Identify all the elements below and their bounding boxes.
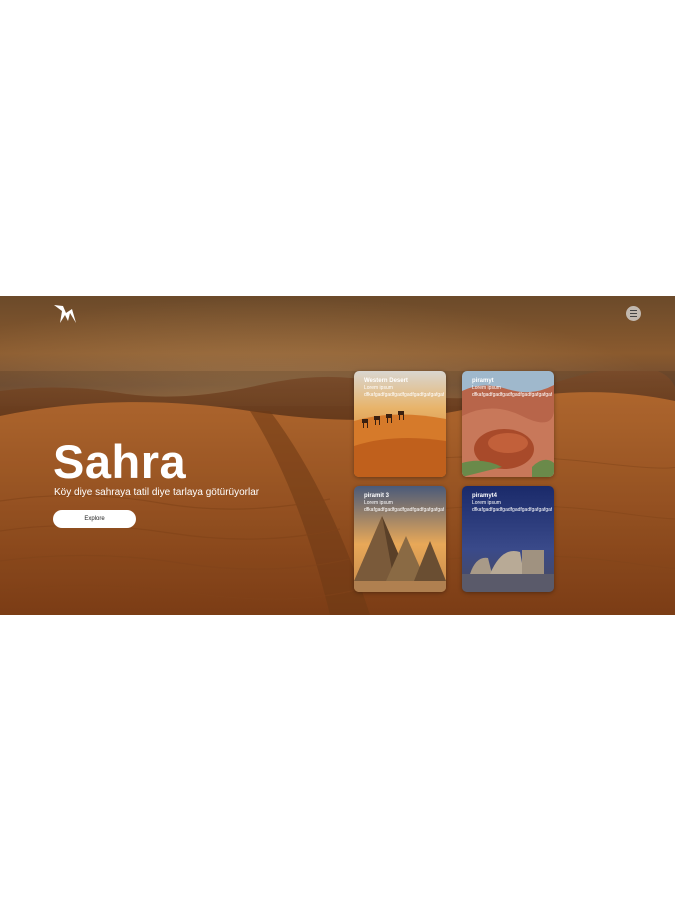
card-subtitle: Lorem ipsum [472, 385, 501, 391]
card-text: piramyt Lorem ipsum dfkafgadfgadfgadfgad… [472, 377, 552, 399]
card-title: Western Desert [364, 378, 408, 384]
card-piramit-3[interactable]: piramit 3 Lorem ipsum dfkafgadfgadfgadfg… [354, 486, 446, 592]
card-text: Western Desert Lorem ipsum dfkafgadfgadf… [364, 377, 444, 399]
card-text: piramit 3 Lorem ipsum dfkafgadfgadfgadfg… [364, 492, 444, 514]
card-title: piramit 3 [364, 493, 390, 499]
card-subtitle: Lorem ipsum [364, 385, 393, 391]
page-subtitle: Köy diye sahraya tatil diye tarlaya götü… [54, 487, 260, 498]
card-subtitle: Lorem ipsum [472, 500, 501, 506]
menu-button[interactable] [626, 306, 641, 321]
card-subtitle: Lorem ipsum [364, 500, 393, 506]
card-description: dfkafgadfgadfgadfgadfgadfgafgafgafg [364, 507, 444, 513]
card-description: dfkafgadfgadfgadfgadfgadfgafgafgafg [364, 392, 444, 398]
card-description: dfkafgadfgadfgadfgadfgadfgafgafgafg [472, 507, 552, 513]
card-text: piramyt4 Lorem ipsum dfkafgadfgadfgadfga… [472, 492, 552, 514]
explore-button[interactable]: Explore [53, 510, 136, 528]
card-western-desert[interactable]: Western Desert Lorem ipsum dfkafgadfgadf… [354, 371, 446, 477]
card-description: dfkafgadfgadfgadfgadfgadfgafgafgafg [472, 392, 552, 398]
menu-icon [630, 309, 637, 318]
page-title: Sahra [53, 435, 187, 488]
card-title: piramyt [472, 378, 494, 384]
card-piramyt[interactable]: piramyt Lorem ipsum dfkafgadfgadfgadfgad… [462, 371, 554, 477]
card-title: piramyt4 [472, 493, 498, 499]
card-piramyt4[interactable]: piramyt4 Lorem ipsum dfkafgadfgadfgadfga… [462, 486, 554, 592]
bird-logo-icon[interactable] [52, 303, 78, 325]
